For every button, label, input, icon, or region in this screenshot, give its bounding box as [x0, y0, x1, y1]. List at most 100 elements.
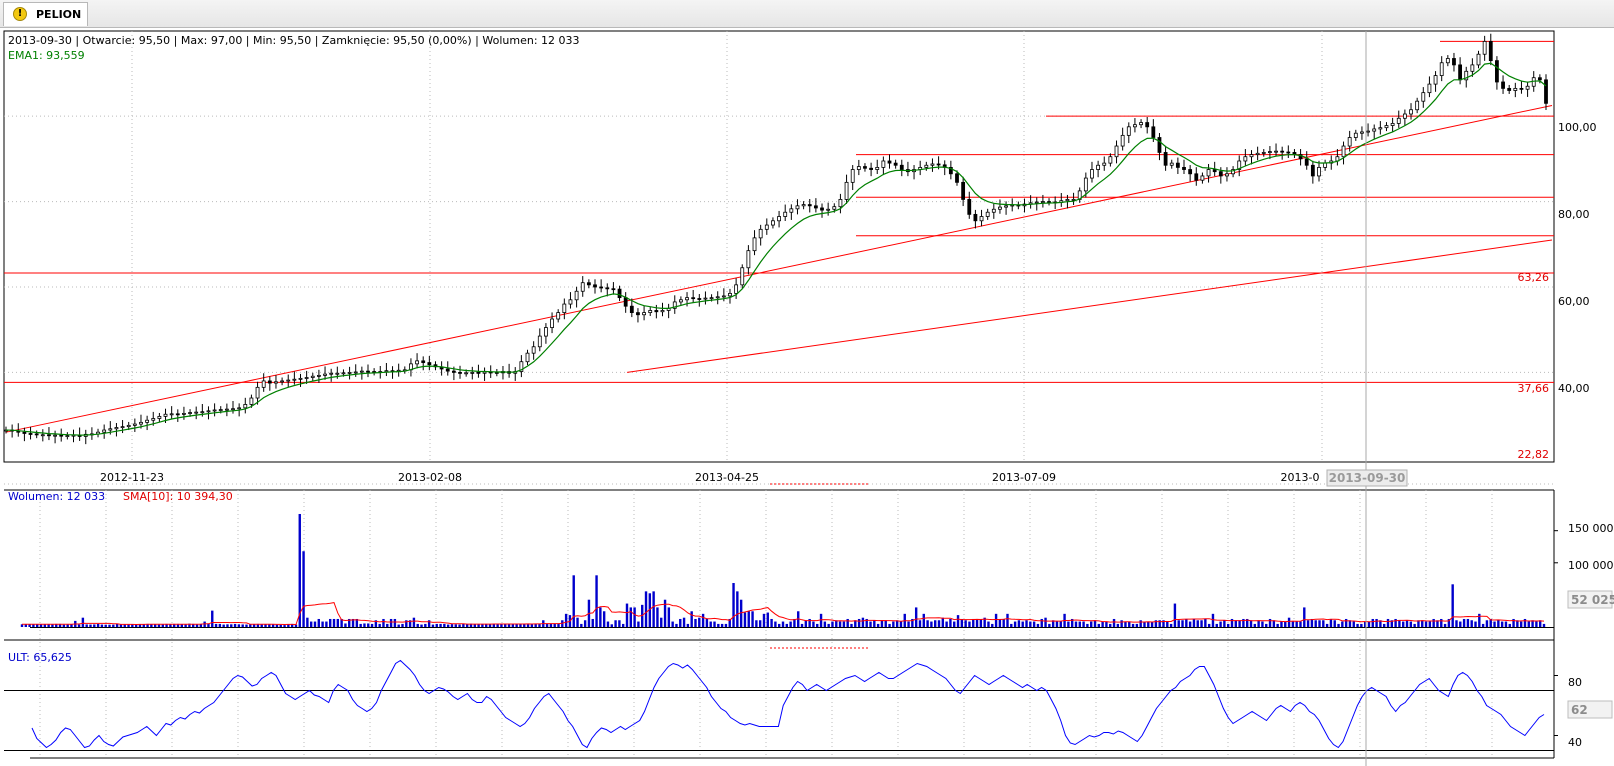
volume-bar: [1493, 621, 1496, 627]
candle-body: [1040, 201, 1045, 203]
volume-bar: [279, 624, 282, 627]
candle-body: [685, 297, 689, 301]
volume-bar: [104, 624, 107, 627]
volume-bar: [899, 621, 903, 627]
candle-body: [261, 380, 266, 388]
volume-bar: [309, 621, 313, 627]
candle-body: [182, 412, 186, 415]
y-tick-label: 40: [1568, 736, 1582, 749]
volume-bar: [1310, 618, 1314, 627]
volume-bar: [1303, 607, 1306, 627]
volume-bar: [785, 623, 789, 627]
volume-bar: [1432, 618, 1435, 627]
candle-body: [961, 181, 966, 200]
volume-bar: [720, 623, 724, 627]
volume-bar: [1048, 623, 1051, 627]
candle-body: [1488, 41, 1493, 62]
candle-body: [280, 380, 284, 383]
candle-body: [617, 288, 622, 299]
volume-bar: [972, 618, 975, 627]
candle-body: [1065, 199, 1070, 202]
y-tick-label: 60,00: [1558, 295, 1590, 308]
volume-bar: [435, 623, 438, 627]
candle-body: [838, 199, 843, 208]
volume-bar: [994, 613, 998, 627]
candle-body: [1421, 92, 1426, 102]
candle-body: [1341, 145, 1346, 158]
volume-bar: [1196, 620, 1199, 627]
candle-body: [1120, 134, 1125, 147]
volume-bar: [1462, 618, 1466, 627]
volume-bar: [876, 623, 880, 627]
volume-bar: [530, 624, 534, 627]
tab-pelion[interactable]: ! PELION: [3, 2, 88, 26]
volume-bar: [679, 618, 682, 627]
candle-body: [415, 360, 419, 365]
y-tick-label: 100,00: [1558, 121, 1597, 134]
volume-bar: [119, 624, 123, 627]
volume-bar: [956, 615, 960, 627]
candle-body: [384, 370, 389, 373]
candle-body: [317, 374, 321, 377]
volume-bar: [629, 607, 632, 627]
candle-body: [991, 208, 996, 213]
candle-body: [359, 370, 364, 373]
candle-body: [568, 299, 573, 305]
volume-bar: [207, 623, 210, 627]
volume-bar: [1322, 620, 1325, 627]
candle-body: [1384, 125, 1389, 129]
date-axis: 2012-11-23 2013-02-08 2013-04-25 2013-07…: [100, 471, 1319, 484]
volume-bar: [222, 624, 225, 627]
volume-bar: [1485, 620, 1489, 627]
volume-bar: [1360, 623, 1363, 627]
volume-bar: [1367, 621, 1371, 627]
warning-icon: !: [13, 7, 27, 21]
volume-bar: [321, 621, 324, 627]
volume-bar: [1500, 621, 1504, 627]
candle-body: [875, 166, 880, 170]
candle-body: [231, 408, 235, 411]
candle-body: [1090, 169, 1094, 179]
candle-body: [869, 167, 873, 170]
candle-body: [175, 413, 180, 416]
volume-bar: [1109, 623, 1112, 627]
candle-body: [139, 421, 143, 425]
volume-bar: [1337, 623, 1340, 627]
volume-bar: [93, 624, 96, 627]
candle-body: [899, 164, 904, 170]
candle-body: [212, 409, 217, 412]
volume-bar: [1238, 620, 1241, 627]
volume-bar: [1169, 623, 1173, 627]
volume-bar: [325, 621, 328, 627]
volume-bar: [1443, 623, 1447, 627]
y-tick-label: 150 000: [1568, 522, 1614, 535]
candle-body: [1507, 87, 1512, 91]
volume-bar: [1344, 618, 1348, 627]
grid-lines: [4, 31, 1554, 758]
candle-body: [783, 211, 788, 217]
volume-bar: [621, 623, 625, 627]
volume-bar: [1333, 620, 1336, 627]
candle-body: [329, 372, 334, 375]
volume-bar: [732, 583, 735, 627]
volume-bar: [1147, 621, 1150, 627]
volume-label: Wolumen: 12 033: [8, 490, 105, 503]
trendline: [627, 239, 1553, 373]
y-tick-label: 80: [1568, 676, 1582, 689]
volume-bar: [747, 611, 750, 627]
volume-bar: [1097, 623, 1101, 627]
candle-body: [1083, 177, 1088, 192]
price-y-axis: 100,00 80,00 60,00 40,00: [1558, 121, 1597, 395]
tab-bar: ! PELION: [0, 0, 1614, 28]
volume-bar: [66, 624, 69, 627]
candle-body: [1360, 131, 1364, 134]
chart-canvas[interactable]: 2013-09-30 | Otwarcie: 95,50 | Max: 97,0…: [0, 28, 1614, 766]
volume-bar: [1040, 618, 1043, 627]
volume-bar: [686, 623, 690, 627]
candle-body: [955, 173, 959, 183]
candle-body: [470, 371, 475, 374]
candle-body: [310, 375, 315, 378]
volume-bar: [1421, 620, 1424, 627]
candle-body: [145, 419, 150, 423]
candle-body: [1531, 77, 1536, 87]
